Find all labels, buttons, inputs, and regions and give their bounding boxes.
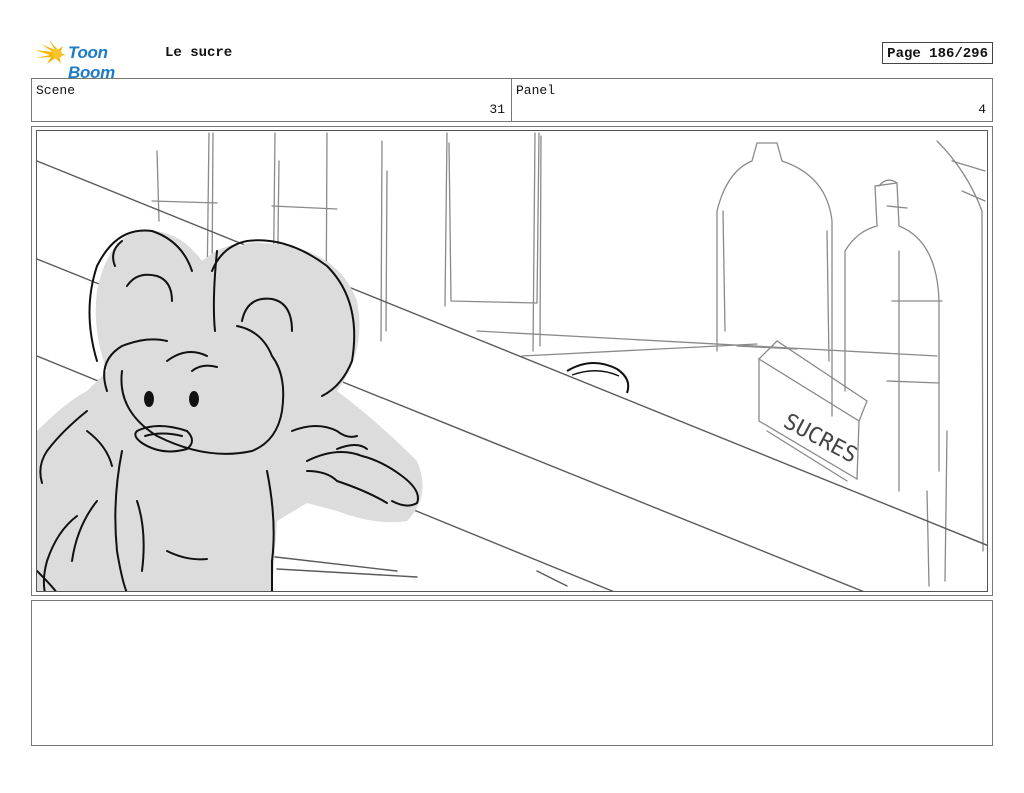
scene-label: Scene	[36, 83, 76, 98]
panel-number: 4	[978, 102, 986, 117]
scene-panel-row: Scene 31 Panel 4	[31, 78, 993, 122]
panel-label: Panel	[516, 83, 556, 98]
notes-area	[31, 600, 993, 746]
scene-number: 31	[489, 102, 505, 117]
page-number: Page 186/296	[882, 42, 993, 64]
sketch-canvas: SUCRES	[37, 132, 987, 591]
toon-boom-logo: Toon Boom	[33, 38, 157, 82]
logo-text: Toon Boom	[68, 43, 115, 82]
storyboard-drawing: SUCRES	[36, 130, 988, 592]
panel-cell: Panel 4	[512, 79, 992, 121]
storyboard-frame: SUCRES	[31, 126, 993, 596]
page-header: Toon Boom Le sucre Page 186/296	[31, 36, 993, 82]
character-sketch	[37, 229, 423, 591]
sugar-sign-text: SUCRES	[779, 409, 861, 468]
logo-star-icon	[35, 40, 66, 64]
document-title: Le sucre	[165, 45, 233, 61]
scene-cell: Scene 31	[32, 79, 512, 121]
